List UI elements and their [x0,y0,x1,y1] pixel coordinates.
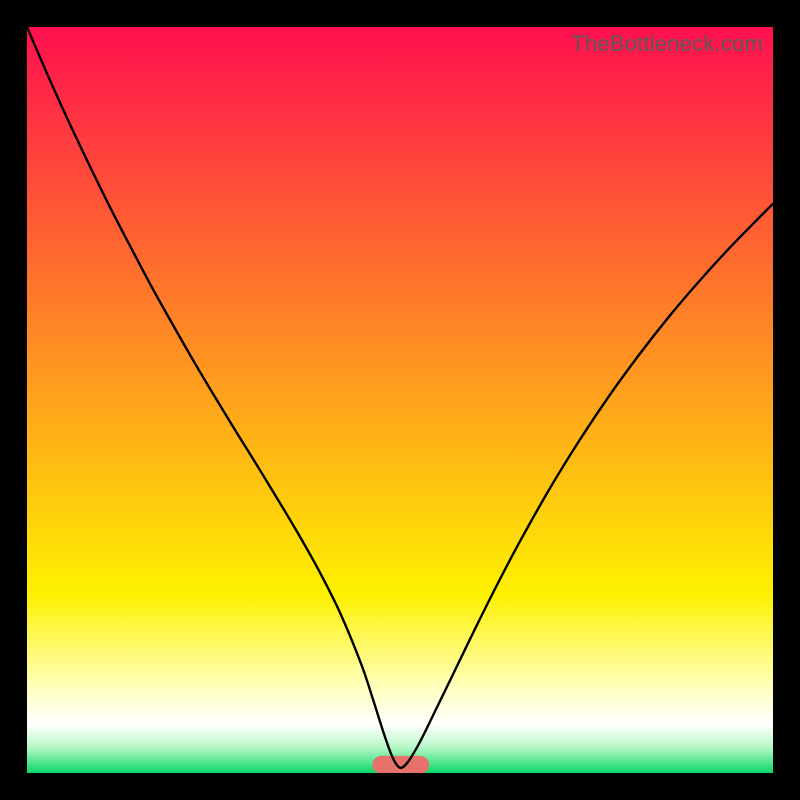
minimum-marker [372,756,429,773]
chart-frame: TheBottleneck.com [27,27,773,773]
chart-background [27,27,773,773]
watermark-text: TheBottleneck.com [571,31,763,57]
chart-svg [27,27,773,773]
